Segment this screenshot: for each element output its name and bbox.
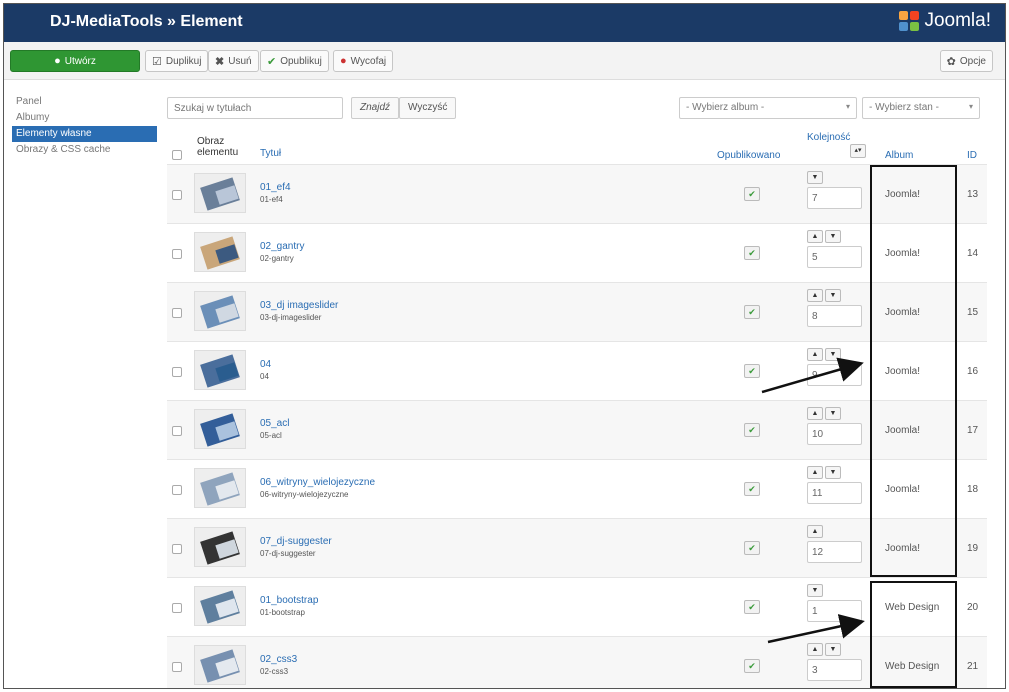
annotation-arrow	[761, 357, 864, 394]
app-window: DJ-MediaTools » Element Joomla! ● Utwórz…	[3, 3, 1006, 689]
annotation-arrows	[761, 357, 865, 644]
annotation-arrow	[767, 614, 865, 644]
